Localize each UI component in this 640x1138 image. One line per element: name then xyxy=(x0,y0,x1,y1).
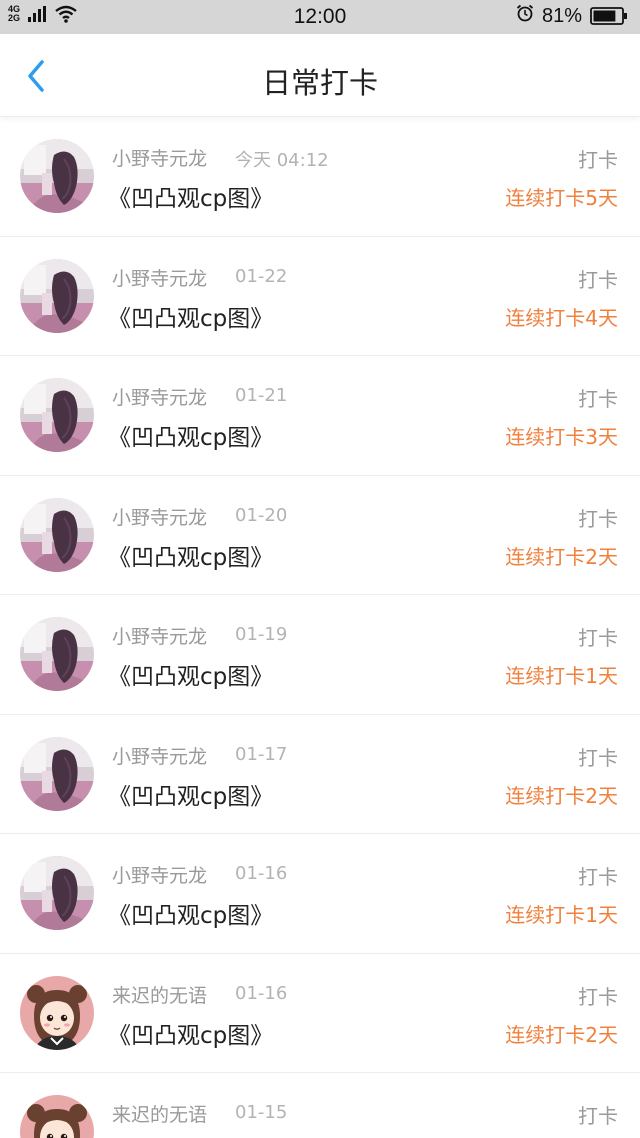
item-title: 《凹凸观cp图》 xyxy=(108,186,274,212)
list-item[interactable]: 小野寺元龙 01-17 《凹凸观cp图》 打卡 连续打卡2天 xyxy=(0,715,640,834)
timestamp: 01-17 xyxy=(235,743,288,765)
username: 小野寺元龙 xyxy=(112,745,208,768)
item-title: 《凹凸观cp图》 xyxy=(108,305,274,332)
checkin-label: 打卡 xyxy=(578,745,618,770)
list-item[interactable]: 来迟的无语 01-16 《凹凸观cp图》 打卡 连续打卡2天 xyxy=(0,954,640,1073)
username: 小野寺元龙 xyxy=(112,267,208,290)
list-item[interactable]: 小野寺元龙 01-16 《凹凸观cp图》 打卡 连续打卡1天 xyxy=(0,834,640,954)
streak-label: 连续打卡4天 xyxy=(505,305,618,330)
status-right: 81% xyxy=(516,4,628,28)
girl-photo-avatar[interactable] xyxy=(20,617,94,691)
girl-photo-avatar[interactable] xyxy=(20,258,94,333)
page-title: 日常打卡 xyxy=(261,66,378,100)
alarm-icon xyxy=(516,4,534,28)
item-title: 《凹凸观cp图》 xyxy=(108,664,274,690)
timestamp: 01-16 xyxy=(235,982,288,1004)
item-title: 《凹凸观cp图》 xyxy=(108,783,274,810)
timestamp: 01-21 xyxy=(235,385,288,406)
streak-label: 连续打卡2天 xyxy=(505,1022,618,1047)
username: 小野寺元龙 xyxy=(112,626,208,648)
girl-photo-avatar[interactable] xyxy=(20,736,94,811)
timestamp: 01-15 xyxy=(235,1102,288,1123)
nav-header: 日常打卡 xyxy=(0,34,640,117)
streak-label: 连续打卡3天 xyxy=(505,425,618,449)
cartoon-girl-avatar[interactable] xyxy=(20,975,94,1050)
girl-photo-avatar[interactable] xyxy=(20,139,94,213)
list-item[interactable]: 来迟的无语 01-15 《凹凸观cp图》 打卡 xyxy=(0,1073,640,1138)
checkin-list: 小野寺元龙 今天 04:12 《凹凸观cp图》 打卡 连续打卡5天 小野寺元龙 … xyxy=(0,117,640,1138)
list-item[interactable]: 小野寺元龙 01-20 《凹凸观cp图》 打卡 连续打卡2天 xyxy=(0,476,640,595)
timestamp: 01-22 xyxy=(235,265,288,287)
streak-label: 连续打卡5天 xyxy=(505,186,618,210)
cartoon-girl-avatar[interactable] xyxy=(20,1095,94,1138)
username: 来迟的无语 xyxy=(112,984,208,1007)
checkin-label: 打卡 xyxy=(578,865,618,889)
status-bar: 4G 2G 12:00 81% xyxy=(0,0,640,34)
item-title: 《凹凸观cp图》 xyxy=(108,425,274,451)
checkin-label: 打卡 xyxy=(578,626,618,650)
checkin-label: 打卡 xyxy=(578,267,618,292)
checkin-label: 打卡 xyxy=(578,984,618,1009)
list-item[interactable]: 小野寺元龙 01-19 《凹凸观cp图》 打卡 连续打卡1天 xyxy=(0,595,640,715)
app-screen: 4G 2G 12:00 81% 日常打卡 小野寺元龙 今天 04:12 《凹凸观… xyxy=(0,0,640,1138)
battery-icon xyxy=(590,7,628,25)
username: 小野寺元龙 xyxy=(112,387,208,409)
username: 小野寺元龙 xyxy=(112,148,208,170)
username: 小野寺元龙 xyxy=(112,865,208,887)
timestamp: 01-16 xyxy=(235,863,288,884)
item-title: 《凹凸观cp图》 xyxy=(108,1022,274,1049)
checkin-label: 打卡 xyxy=(578,506,618,531)
streak-label: 连续打卡2天 xyxy=(505,783,618,808)
timestamp: 今天 04:12 xyxy=(235,150,329,171)
item-title: 《凹凸观cp图》 xyxy=(108,903,274,929)
list-item[interactable]: 小野寺元龙 今天 04:12 《凹凸观cp图》 打卡 连续打卡5天 xyxy=(0,117,640,237)
streak-label: 连续打卡1天 xyxy=(505,664,618,688)
list-item[interactable]: 小野寺元龙 01-21 《凹凸观cp图》 打卡 连续打卡3天 xyxy=(0,356,640,476)
girl-photo-avatar[interactable] xyxy=(20,378,94,452)
checkin-label: 打卡 xyxy=(578,1104,618,1128)
battery-percent: 81% xyxy=(541,4,582,27)
girl-photo-avatar[interactable] xyxy=(20,497,94,572)
checkin-label: 打卡 xyxy=(578,387,618,411)
username: 小野寺元龙 xyxy=(112,506,208,529)
timestamp: 01-19 xyxy=(235,624,288,645)
timestamp: 01-20 xyxy=(235,504,288,526)
item-title: 《凹凸观cp图》 xyxy=(108,544,274,571)
streak-label: 连续打卡2天 xyxy=(505,544,618,569)
checkin-label: 打卡 xyxy=(578,148,618,172)
streak-label: 连续打卡1天 xyxy=(505,903,618,927)
list-item[interactable]: 小野寺元龙 01-22 《凹凸观cp图》 打卡 连续打卡4天 xyxy=(0,237,640,356)
username: 来迟的无语 xyxy=(112,1104,208,1126)
girl-photo-avatar[interactable] xyxy=(20,856,94,930)
